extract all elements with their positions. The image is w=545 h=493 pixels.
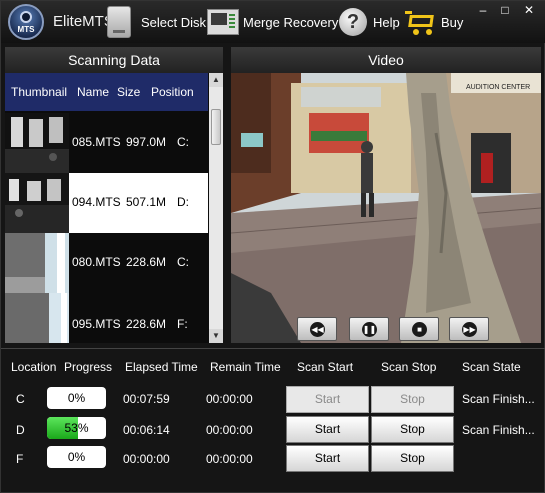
close-button[interactable]: ✕ (519, 1, 539, 19)
list-scrollbar[interactable]: ▲ ▼ (209, 73, 223, 343)
rewind-icon: ◀◀ (310, 322, 325, 337)
app-window: MTS EliteMTS Select Disk Merge Recovery … (0, 0, 545, 493)
scan-stop-button[interactable]: Stop (371, 416, 454, 443)
app-title: EliteMTS (53, 13, 114, 30)
file-name: 095.MTS (72, 317, 121, 331)
location-label: C (16, 392, 25, 406)
video-title: Video (231, 47, 541, 73)
fast-forward-icon: ▶▶ (462, 322, 477, 337)
fast-forward-button[interactable]: ▶▶ (449, 317, 489, 341)
file-name: 094.MTS (72, 195, 121, 209)
progress-text: 0% (67, 450, 86, 464)
header-remain: Remain Time (210, 360, 281, 374)
scroll-down-icon[interactable]: ▼ (209, 329, 223, 343)
file-size: 228.6M (126, 255, 167, 269)
header-progress: Progress (64, 360, 113, 374)
file-name: 080.MTS (72, 255, 121, 269)
remain-time: 00:00:00 (206, 392, 253, 406)
elapsed-time: 00:06:14 (123, 423, 170, 437)
help-label: Help (373, 14, 400, 30)
cart-icon (405, 9, 437, 35)
scroll-up-icon[interactable]: ▲ (209, 73, 223, 87)
file-size: 228.6M (126, 317, 167, 331)
col-name[interactable]: Name (77, 85, 109, 99)
remain-time: 00:00:00 (206, 452, 253, 466)
maximize-button[interactable]: □ (495, 1, 515, 19)
video-thumbnail (5, 233, 69, 293)
merge-recovery-icon (207, 9, 239, 35)
divider (1, 348, 545, 349)
progress-bar: 0% (47, 387, 106, 409)
rewind-button[interactable]: ◀◀ (297, 317, 337, 341)
file-size: 997.0M (126, 135, 167, 149)
scan-start-button[interactable]: Start (286, 416, 369, 443)
file-position: C: (177, 135, 189, 149)
stop-icon: ■ (412, 322, 427, 337)
buy-label: Buy (441, 14, 464, 30)
file-size: 507.1M (126, 195, 167, 209)
progress-text: 53% (64, 421, 89, 435)
header-location: Location (11, 360, 57, 374)
file-name: 085.MTS (72, 135, 121, 149)
header-scan-start: Scan Start (297, 360, 354, 374)
select-disk-label: Select Disk (141, 14, 207, 30)
toolbar: MTS EliteMTS Select Disk Merge Recovery … (1, 1, 545, 43)
header-elapsed: Elapsed Time (125, 360, 198, 374)
scrollbar-thumb[interactable] (211, 109, 221, 145)
scan-stop-button[interactable]: Stop (371, 445, 454, 472)
scan-start-button[interactable]: Start (286, 386, 369, 413)
list-header: Thumbnail Name Size Position (5, 73, 208, 111)
video-thumbnail (5, 293, 69, 343)
help-icon: ? (339, 8, 367, 36)
scanning-data-list: Thumbnail Name Size Position 085.MTS 997… (5, 73, 223, 343)
select-disk-button[interactable]: Select Disk (107, 5, 206, 39)
merge-recovery-label: Merge Recovery (243, 14, 339, 30)
progress-bar: 53% (47, 417, 106, 439)
file-position: F: (177, 317, 188, 331)
elapsed-time: 00:00:00 (123, 452, 170, 466)
merge-recovery-button[interactable]: Merge Recovery (207, 5, 338, 39)
file-position: D: (177, 195, 189, 209)
video-thumbnail (5, 113, 69, 173)
col-position[interactable]: Position (151, 85, 194, 99)
pause-button[interactable]: ❚❚ (349, 317, 389, 341)
scanning-data-title: Scanning Data (5, 47, 223, 73)
scan-stop-button[interactable]: Stop (371, 386, 454, 413)
scan-start-button[interactable]: Start (286, 445, 369, 472)
location-label: F (16, 452, 24, 466)
help-button[interactable]: ? Help (339, 5, 400, 39)
file-row[interactable]: 095.MTS 228.6M F: (5, 293, 208, 343)
storefront-sign: AUDITION CENTER (466, 84, 530, 91)
col-size[interactable]: Size (117, 85, 140, 99)
file-position: C: (177, 255, 189, 269)
remain-time: 00:00:00 (206, 423, 253, 437)
disk-icon (107, 6, 131, 38)
file-row[interactable]: 085.MTS 997.0M C: (5, 113, 208, 173)
scan-state: Scan Finish... (462, 392, 535, 406)
header-scan-stop: Scan Stop (381, 360, 437, 374)
elapsed-time: 00:07:59 (123, 392, 170, 406)
stop-button[interactable]: ■ (399, 317, 439, 341)
col-thumbnail[interactable]: Thumbnail (11, 85, 67, 99)
pause-icon: ❚❚ (362, 322, 377, 337)
file-row-selected[interactable]: 094.MTS 507.1M D: (5, 173, 208, 233)
logo-text: MTS (17, 25, 35, 34)
buy-button[interactable]: Buy (405, 5, 463, 39)
progress-text: 0% (67, 391, 86, 405)
scan-state: Scan Finish... (462, 423, 535, 437)
location-label: D (16, 423, 25, 437)
video-preview: AUDITION CENTER (231, 73, 541, 343)
video-thumbnail (5, 173, 69, 233)
header-scan-state: Scan State (462, 360, 521, 374)
minimize-button[interactable]: – (473, 1, 493, 19)
file-row[interactable]: 080.MTS 228.6M C: (5, 233, 208, 293)
progress-bar: 0% (47, 446, 106, 468)
mts-logo-icon: MTS (8, 4, 44, 40)
